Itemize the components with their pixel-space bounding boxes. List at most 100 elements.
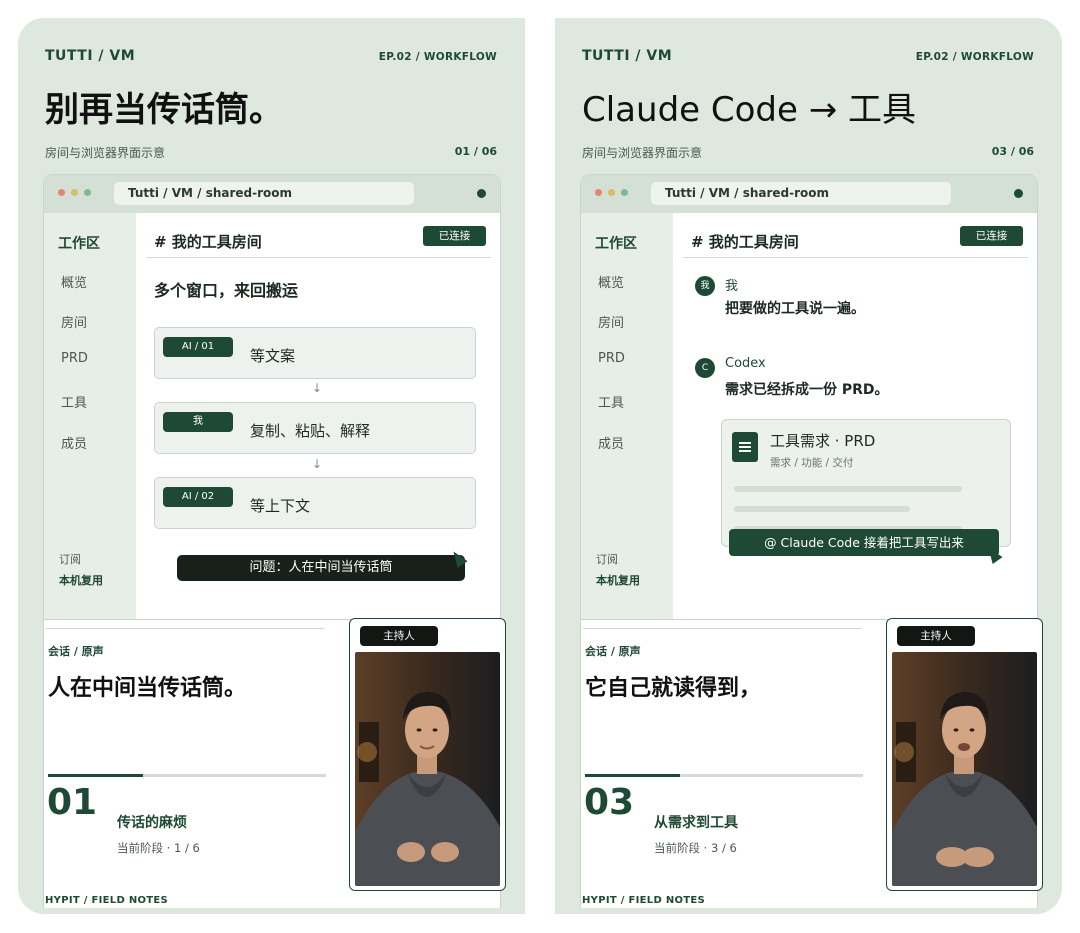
quote-text: 它自己就读得到，: [585, 676, 762, 701]
progress-fill: [585, 774, 680, 777]
status-dot-icon: [477, 189, 486, 198]
status-badge: 已连接: [423, 226, 486, 246]
workflow-step: AI / 01 等文案: [154, 327, 476, 379]
maximize-dot-icon[interactable]: [621, 189, 628, 196]
host-video-card: 主持人: [886, 618, 1043, 891]
divider: [146, 257, 491, 258]
footer-credit: HYPIT / FIELD NOTES: [582, 895, 706, 906]
divider: [583, 628, 861, 629]
step-tag: AI / 02: [163, 487, 233, 507]
message-text: 把要做的工具说一遍。: [725, 301, 865, 317]
progress-bar: [585, 774, 863, 777]
sidebar-subscription[interactable]: 订阅: [59, 551, 81, 567]
claude-code-mention-button[interactable]: @ Claude Code 接着把工具写出来: [729, 529, 999, 556]
sidebar-item-rooms[interactable]: 房间: [61, 312, 87, 331]
sidebar: 工作区 概览 房间 PRD 工具 成员 订阅 本机复用: [44, 213, 136, 619]
status-badge: 已连接: [960, 226, 1023, 246]
address-bar[interactable]: Tutti / VM / shared-room: [114, 182, 414, 205]
sidebar-subscription[interactable]: 订阅: [596, 551, 618, 567]
sidebar-item-members[interactable]: 成员: [61, 433, 87, 452]
slide-subtitle: 房间与浏览器界面示意: [45, 146, 166, 160]
prd-title: 工具需求 · PRD: [770, 432, 876, 450]
quote-text: 人在中间当传话筒。: [48, 676, 247, 701]
browser-window: Tutti / VM / shared-room 工作区 概览 房间 PRD 工…: [43, 174, 501, 620]
message-author: 我: [725, 279, 739, 294]
browser-toolbar: Tutti / VM / shared-room: [44, 175, 500, 213]
left-panel: TUTTI / VM EP.02 / WORKFLOW 别再当传话筒。 房间与浏…: [18, 18, 525, 914]
stage-meta: 当前阶段 · 3 / 6: [654, 841, 737, 855]
session-label: 会话 / 原声: [48, 645, 104, 658]
sidebar-item-tools[interactable]: 工具: [61, 392, 87, 411]
step-label: 等文案: [250, 347, 296, 365]
brand: TUTTI / VM: [45, 48, 136, 64]
codex-avatar: C: [695, 358, 715, 378]
stage-name: 传话的麻烦: [117, 815, 187, 831]
progress-bar: [48, 774, 326, 777]
maximize-dot-icon[interactable]: [84, 189, 91, 196]
workflow-step: AI / 02 等上下文: [154, 477, 476, 529]
address-bar[interactable]: Tutti / VM / shared-room: [651, 182, 951, 205]
page-indicator: 01 / 06: [454, 145, 497, 158]
minimize-dot-icon[interactable]: [71, 189, 78, 196]
sidebar-item-overview[interactable]: 概览: [61, 272, 87, 291]
prd-document-card[interactable]: 工具需求 · PRD 需求 / 功能 / 交付: [721, 419, 1011, 547]
down-arrow-icon: ↓: [312, 457, 323, 471]
host-portrait-illustration: [355, 652, 500, 886]
right-panel: TUTTI / VM EP.02 / WORKFLOW Claude Code …: [555, 18, 1062, 914]
host-portrait-illustration: [892, 652, 1037, 886]
sidebar-item-overview[interactable]: 概览: [598, 272, 624, 291]
panel-gap: [525, 0, 555, 933]
user-avatar: 我: [695, 276, 715, 296]
sidebar-item-rooms[interactable]: 房间: [598, 312, 624, 331]
message-author: Codex: [725, 356, 766, 371]
status-dot-icon: [1014, 189, 1023, 198]
room-title: # 我的工具房间: [691, 233, 799, 251]
host-video[interactable]: [892, 652, 1037, 886]
problem-banner: 问题：人在中间当传话筒: [177, 555, 465, 581]
divider: [683, 257, 1028, 258]
sidebar-item-workspace[interactable]: 工作区: [595, 233, 637, 253]
episode-label: EP.02 / WORKFLOW: [378, 51, 497, 63]
browser-window: Tutti / VM / shared-room 工作区 概览 房间 PRD 工…: [580, 174, 1038, 620]
step-tag: 我: [163, 412, 233, 432]
minimize-dot-icon[interactable]: [608, 189, 615, 196]
episode-label: EP.02 / WORKFLOW: [915, 51, 1034, 63]
sidebar-item-prd[interactable]: PRD: [61, 351, 88, 366]
sidebar-item-tools[interactable]: 工具: [598, 392, 624, 411]
sidebar-local-reuse[interactable]: 本机复用: [596, 572, 640, 588]
lead-text: 多个窗口，来回搬运: [154, 281, 299, 300]
sidebar-local-reuse[interactable]: 本机复用: [59, 572, 103, 588]
document-icon: [732, 432, 758, 462]
host-tag: 主持人: [897, 626, 975, 646]
stage-name: 从需求到工具: [654, 815, 738, 831]
host-video[interactable]: [355, 652, 500, 886]
placeholder-line: [734, 486, 962, 492]
session-area: 会话 / 原声 人在中间当传话筒。 01 传话的麻烦 当前阶段 · 1 / 6 …: [43, 618, 506, 908]
workflow-step: 我 复制、粘贴、解释: [154, 402, 476, 454]
step-label: 等上下文: [250, 497, 311, 515]
close-dot-icon[interactable]: [595, 189, 602, 196]
page-indicator: 03 / 06: [991, 145, 1034, 158]
message-text: 需求已经拆成一份 PRD。: [725, 382, 889, 398]
stage-meta: 当前阶段 · 1 / 6: [117, 841, 200, 855]
placeholder-line: [734, 506, 910, 512]
sidebar-item-prd[interactable]: PRD: [598, 351, 625, 366]
step-label: 复制、粘贴、解释: [250, 422, 371, 440]
session-area: 会话 / 原声 它自己就读得到， 03 从需求到工具 当前阶段 · 3 / 6 …: [580, 618, 1043, 908]
slide-title: 别再当传话筒。: [45, 90, 283, 130]
slide-subtitle: 房间与浏览器界面示意: [582, 146, 703, 160]
sidebar-item-workspace[interactable]: 工作区: [58, 233, 100, 253]
footer-credit: HYPIT / FIELD NOTES: [45, 895, 169, 906]
close-dot-icon[interactable]: [58, 189, 65, 196]
host-tag: 主持人: [360, 626, 438, 646]
stage-number: 01: [47, 782, 98, 823]
sidebar-item-members[interactable]: 成员: [598, 433, 624, 452]
room-title: # 我的工具房间: [154, 233, 262, 251]
progress-fill: [48, 774, 143, 777]
down-arrow-icon: ↓: [312, 381, 323, 395]
brand: TUTTI / VM: [582, 48, 673, 64]
stage-number: 03: [584, 782, 635, 823]
session-label: 会话 / 原声: [585, 645, 641, 658]
prd-meta: 需求 / 功能 / 交付: [770, 457, 854, 469]
divider: [46, 628, 324, 629]
